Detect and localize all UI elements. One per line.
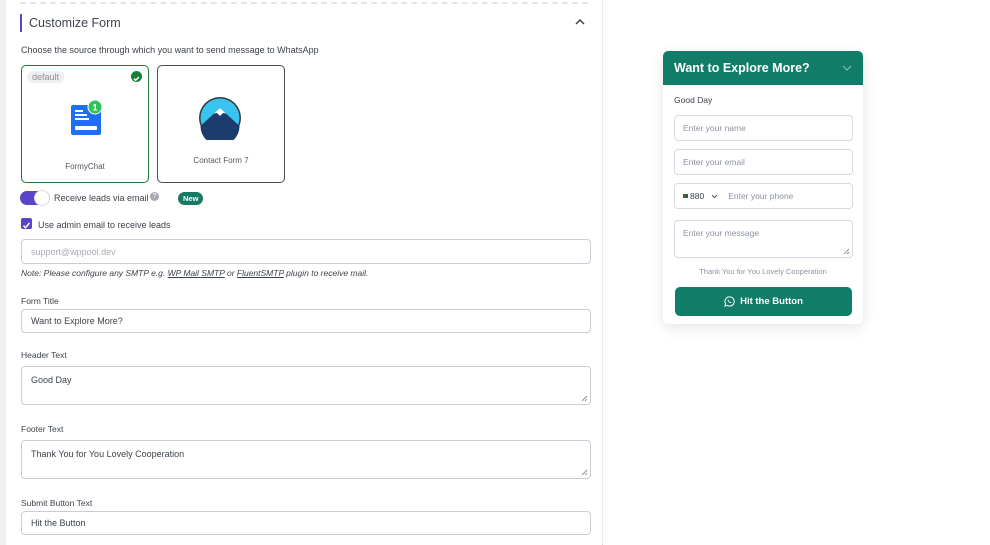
flag-icon	[683, 194, 688, 198]
header-text-textarea[interactable]: Good Day	[21, 366, 591, 405]
form-title-input[interactable]: Want to Explore More?	[21, 309, 591, 333]
resize-handle-icon[interactable]	[580, 394, 588, 402]
section-title: Customize Form	[20, 14, 121, 32]
note-text: or	[224, 268, 237, 278]
preview-submit-button[interactable]: Hit the Button	[675, 287, 852, 316]
source-card-formychat[interactable]: default 1 FormyChat	[21, 65, 149, 183]
contact-form-7-logo-icon	[199, 97, 241, 140]
country-code[interactable]: 880	[690, 191, 704, 201]
divider	[20, 2, 588, 4]
source-card-contact-form-7[interactable]: Contact Form 7	[157, 65, 285, 183]
chevron-down-icon[interactable]	[841, 62, 853, 74]
note-text: plugin to receive mail.	[283, 268, 369, 278]
admin-email-checkbox[interactable]	[21, 218, 32, 229]
footer-text-textarea[interactable]: Thank You for You Lovely Cooperation	[21, 440, 591, 479]
admin-email-label: Use admin email to receive leads	[38, 220, 171, 230]
smtp-note: Note: Please configure any SMTP e.g. WP …	[21, 268, 368, 278]
whatsapp-icon	[724, 296, 735, 307]
email-input[interactable]: support@wppool.dev	[21, 239, 591, 264]
source-label: Contact Form 7	[193, 156, 249, 165]
preview-header[interactable]: Want to Explore More?	[663, 51, 863, 85]
wp-mail-smtp-link[interactable]: WP Mail SMTP	[168, 268, 225, 278]
footer-text-label: Footer Text	[21, 424, 64, 434]
header-text-value: Good Day	[31, 375, 72, 385]
preview-footer: Thank You for You Lovely Cooperation	[699, 267, 827, 276]
source-label: FormyChat	[65, 162, 105, 171]
preview-phone-input[interactable]: 880 Enter your phone	[674, 183, 853, 209]
chevron-up-icon[interactable]	[572, 14, 588, 30]
preview-message-textarea[interactable]: Enter your message	[674, 220, 853, 258]
form-preview: Want to Explore More? Good Day Enter you…	[663, 51, 863, 324]
submit-button-text-input[interactable]: Hit the Button	[21, 511, 591, 535]
preview-greeting: Good Day	[674, 95, 713, 105]
check-icon	[131, 71, 142, 82]
form-title-label: Form Title	[21, 296, 59, 306]
submit-button-text-label: Submit Button Text	[21, 498, 93, 508]
help-icon[interactable]: ?	[150, 192, 159, 201]
section-description: Choose the source through which you want…	[21, 45, 319, 55]
preview-title: Want to Explore More?	[674, 61, 810, 75]
preview-button-label: Hit the Button	[740, 296, 803, 307]
chevron-down-icon[interactable]	[710, 192, 719, 201]
footer-text-value: Thank You for You Lovely Cooperation	[31, 449, 185, 459]
svg-text:1: 1	[92, 103, 97, 113]
formychat-logo-icon: 1	[71, 99, 103, 135]
new-badge: New	[178, 192, 204, 205]
preview-email-input[interactable]: Enter your email	[674, 149, 853, 175]
resize-handle-icon[interactable]	[580, 468, 588, 476]
message-placeholder: Enter your message	[683, 228, 760, 238]
preview-name-input[interactable]: Enter your name	[674, 115, 853, 141]
resize-handle-icon[interactable]	[842, 247, 850, 255]
receive-leads-toggle[interactable]	[20, 190, 50, 206]
toggle-knob	[34, 190, 50, 206]
fluentsmtp-link[interactable]: FluentSMTP	[237, 268, 284, 278]
header-text-label: Header Text	[21, 350, 67, 360]
note-text: Note: Please configure any SMTP e.g.	[21, 268, 168, 278]
default-badge: default	[27, 71, 65, 83]
receive-leads-label: Receive leads via email	[54, 193, 149, 203]
phone-placeholder: Enter your phone	[728, 191, 794, 201]
